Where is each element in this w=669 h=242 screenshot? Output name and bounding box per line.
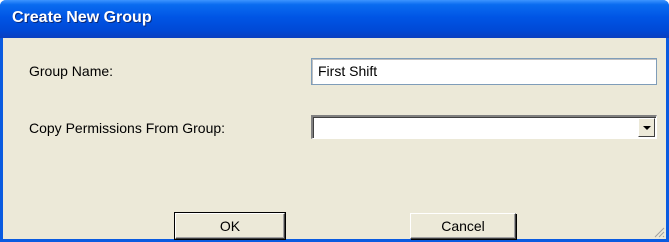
dialog-title: Create New Group [12,9,152,26]
create-group-dialog: Create New Group Group Name: First Shift… [0,0,669,242]
cancel-button[interactable]: Cancel [410,213,516,239]
copy-permissions-label: Copy Permissions From Group: [29,120,226,136]
ok-button[interactable]: OK [174,212,286,240]
title-bar[interactable]: Create New Group [0,0,669,38]
copy-permissions-select[interactable] [311,115,657,139]
group-name-field[interactable]: First Shift [311,58,657,85]
chevron-down-icon[interactable] [638,118,655,137]
resize-grip-icon[interactable] [653,226,665,238]
group-name-label: Group Name: [29,63,114,79]
